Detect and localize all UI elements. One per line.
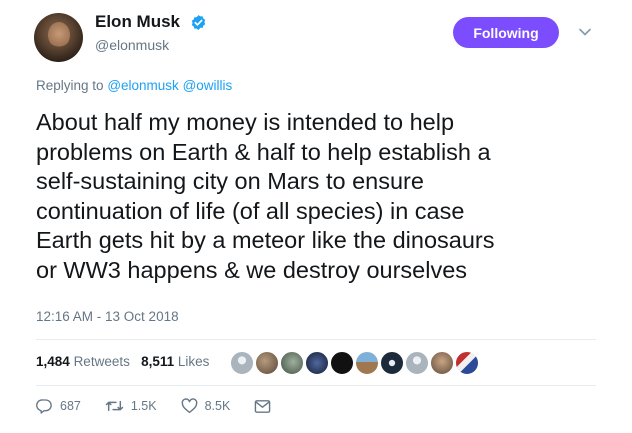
chevron-down-icon[interactable] — [578, 27, 592, 37]
following-button[interactable]: Following — [453, 17, 559, 48]
heart-icon — [181, 398, 197, 414]
liker-avatar[interactable] — [380, 351, 404, 375]
reply-action[interactable]: 687 — [36, 398, 81, 414]
likes-count: 8,511 — [141, 354, 175, 369]
replying-to-label: Replying to — [36, 78, 104, 93]
envelope-icon — [255, 399, 271, 413]
replying-to: Replying to @elonmusk @owillis — [36, 78, 232, 93]
liker-avatar[interactable] — [230, 351, 254, 375]
liker-avatar[interactable] — [355, 351, 379, 375]
liker-avatars — [230, 350, 480, 376]
retweet-icon — [105, 400, 124, 412]
liker-avatar[interactable] — [255, 351, 279, 375]
liker-avatar[interactable] — [405, 351, 429, 375]
user-name[interactable]: Elon Musk — [95, 12, 180, 32]
divider — [36, 339, 596, 340]
retweet-action[interactable]: 1.5K — [105, 398, 157, 414]
mention-link[interactable]: @owillis — [183, 78, 233, 93]
divider — [36, 385, 596, 386]
liker-avatar[interactable] — [430, 351, 454, 375]
tweet-timestamp[interactable]: 12:16 AM - 13 Oct 2018 — [36, 309, 179, 324]
liker-avatar[interactable] — [305, 351, 329, 375]
dm-action[interactable] — [254, 399, 278, 414]
retweets-stat[interactable]: 1,484 Retweets — [36, 354, 130, 369]
engagement-stats: 1,484 Retweets 8,511 Likes — [36, 354, 209, 369]
mention-link[interactable]: @elonmusk — [107, 78, 178, 93]
reply-icon — [36, 399, 52, 414]
user-handle[interactable]: @elonmusk — [95, 37, 169, 53]
liker-avatar[interactable] — [455, 351, 479, 375]
tweet-actions: 687 1.5K 8.5K — [36, 398, 302, 414]
retweets-count: 1,484 — [36, 354, 70, 369]
like-count: 8.5K — [204, 399, 231, 413]
retweet-count: 1.5K — [130, 399, 157, 413]
like-action[interactable]: 8.5K — [181, 398, 231, 414]
reply-count: 687 — [60, 399, 81, 413]
verified-badge-icon — [191, 15, 206, 30]
liker-avatar[interactable] — [330, 351, 354, 375]
liker-avatar[interactable] — [280, 351, 304, 375]
likes-stat[interactable]: 8,511 Likes — [141, 354, 209, 369]
tweet-text: About half my money is intended to help … — [36, 109, 495, 283]
retweets-label: Retweets — [73, 354, 130, 369]
likes-label: Likes — [177, 354, 210, 369]
profile-avatar[interactable] — [34, 13, 83, 62]
